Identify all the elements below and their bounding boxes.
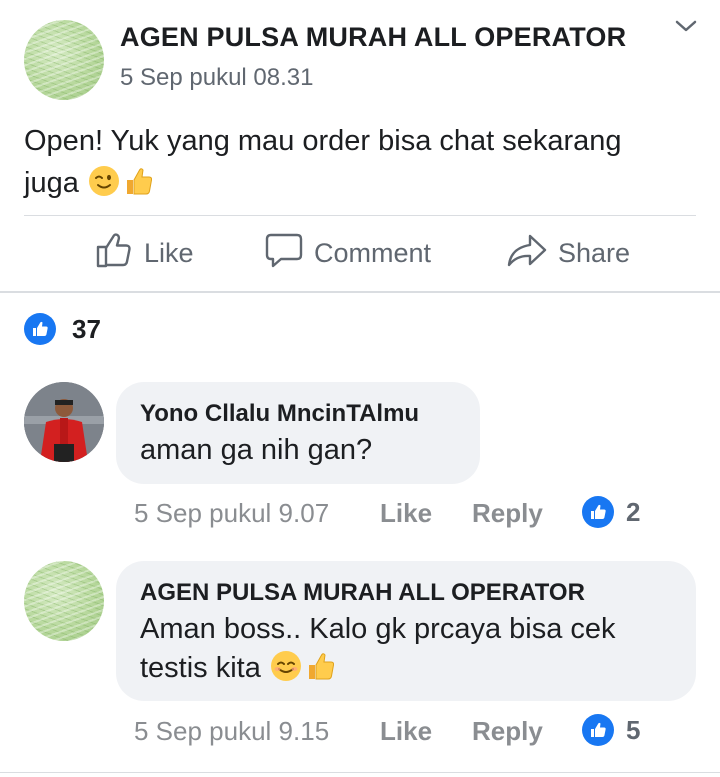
- comment-text: aman ga nih gan?: [140, 434, 373, 466]
- like-reaction-icon: [582, 714, 614, 746]
- comment-bubble-icon: [264, 230, 304, 277]
- reactions-count: 37: [72, 313, 101, 344]
- comment-bubble[interactable]: AGEN PULSA MURAH ALL OPERATOR Aman boss.…: [116, 561, 696, 701]
- comment-like-count: 2: [626, 496, 641, 527]
- comment-author[interactable]: Yono Cllalu MncinTAlmu: [140, 400, 419, 428]
- comment-like-button[interactable]: Like: [380, 716, 432, 747]
- post-text-line-1: Open! Yuk yang mau order bisa chat sekar…: [24, 125, 622, 157]
- chevron-down-icon[interactable]: [674, 16, 698, 36]
- like-button-label: Like: [144, 237, 194, 268]
- smiling-face-emoji-icon: [269, 649, 303, 692]
- post-divider: [24, 215, 696, 216]
- like-button[interactable]: Like: [94, 226, 194, 280]
- commenter-avatar[interactable]: [24, 382, 104, 462]
- page-avatar[interactable]: [24, 20, 104, 100]
- post-text-line-2: juga: [24, 167, 79, 199]
- comment-reactions[interactable]: 2: [582, 496, 640, 528]
- comment-like-button[interactable]: Like: [380, 498, 432, 529]
- comment-author[interactable]: AGEN PULSA MURAH ALL OPERATOR: [140, 579, 585, 607]
- comment-like-count: 5: [626, 714, 641, 745]
- post-author-name[interactable]: AGEN PULSA MURAH ALL OPERATOR: [120, 22, 626, 53]
- bottom-divider: [0, 772, 720, 773]
- comment-text-line-2: testis kita: [140, 652, 261, 684]
- winking-face-emoji-icon: [87, 164, 121, 210]
- like-reaction-icon: [24, 313, 56, 345]
- comment-reply-button[interactable]: Reply: [472, 498, 543, 529]
- section-divider: [0, 291, 720, 293]
- comment-text-line-1: Aman boss.. Kalo gk prcaya bisa cek: [140, 613, 616, 645]
- post-text-line-2-row: juga: [24, 162, 694, 210]
- comment-text-line-2-row: testis kita: [140, 649, 337, 692]
- thumbs-up-emoji-icon: [121, 164, 155, 210]
- comment-timestamp[interactable]: 5 Sep pukul 9.07: [134, 498, 329, 529]
- reactions-summary[interactable]: 37: [24, 313, 101, 345]
- comment-button[interactable]: Comment: [264, 226, 431, 280]
- like-reaction-icon: [582, 496, 614, 528]
- comment-bubble[interactable]: Yono Cllalu MncinTAlmu aman ga nih gan?: [116, 382, 480, 484]
- page-avatar[interactable]: [24, 561, 104, 641]
- share-button[interactable]: Share: [506, 226, 630, 280]
- post-timestamp[interactable]: 5 Sep pukul 08.31: [120, 64, 314, 92]
- comment-timestamp[interactable]: 5 Sep pukul 9.15: [134, 716, 329, 747]
- comment-button-label: Comment: [314, 237, 432, 268]
- share-button-label: Share: [558, 237, 631, 268]
- thumbs-up-emoji-icon: [303, 649, 337, 692]
- comment-reply-button[interactable]: Reply: [472, 716, 543, 747]
- thumbs-up-outline-icon: [94, 230, 134, 277]
- comment-reactions[interactable]: 5: [582, 714, 640, 746]
- share-arrow-icon: [506, 230, 548, 277]
- post-text: Open! Yuk yang mau order bisa chat sekar…: [24, 120, 694, 210]
